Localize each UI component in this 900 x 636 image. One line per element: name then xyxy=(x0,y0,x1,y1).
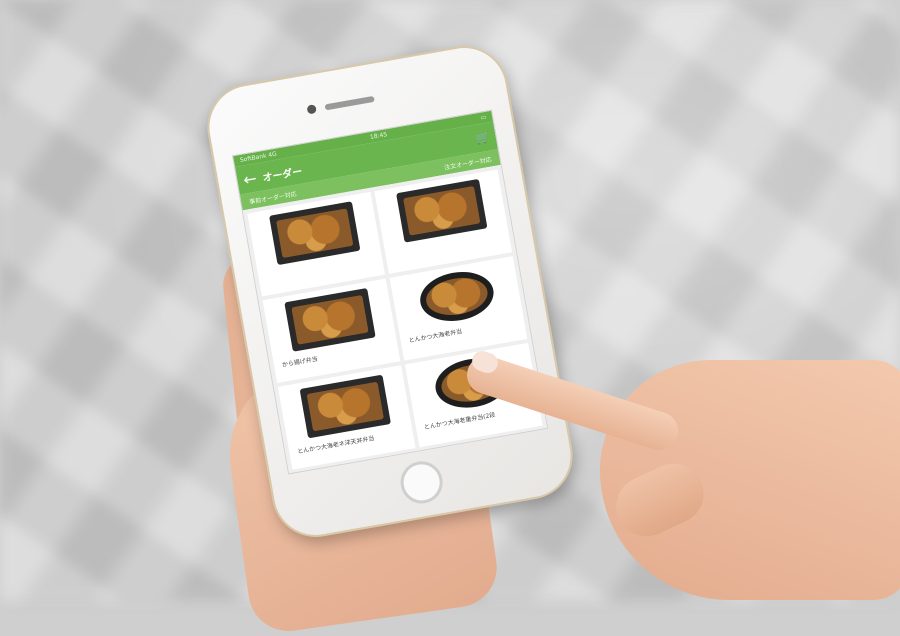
bento-image xyxy=(268,201,360,266)
bento-image xyxy=(283,288,376,352)
bento-image xyxy=(395,178,487,243)
back-arrow-icon[interactable]: ← xyxy=(242,168,259,189)
page-title: オーダー xyxy=(261,166,304,184)
home-button[interactable] xyxy=(397,458,446,507)
menu-item-card[interactable]: から揚げ弁当 xyxy=(262,278,401,383)
plate-image xyxy=(415,266,497,327)
battery-icon: ▭ xyxy=(479,113,487,122)
earpiece-speaker xyxy=(324,95,375,111)
plate-image xyxy=(319,462,401,475)
phone-screen: SoftBank 4G 18:45 ▭ ← オーダー 🛒 事前オーダー対応 注文… xyxy=(231,109,549,475)
menu-item-card[interactable] xyxy=(247,191,385,297)
bento-image xyxy=(299,374,391,439)
plate-image xyxy=(446,439,528,475)
menu-item-card[interactable]: とんかつ大海老ネ洋天丼弁当 xyxy=(277,365,416,470)
front-camera xyxy=(306,104,317,115)
menu-item-card[interactable]: とんかつ大海老弁当 xyxy=(389,256,528,361)
menu-item-card[interactable] xyxy=(374,169,513,274)
menu-grid: から揚げ弁当 とんかつ大海老弁当 とんかつ大海老ネ洋天丼弁当 とんかつ大海老重弁… xyxy=(242,164,549,475)
cart-icon[interactable]: 🛒 xyxy=(475,130,491,145)
